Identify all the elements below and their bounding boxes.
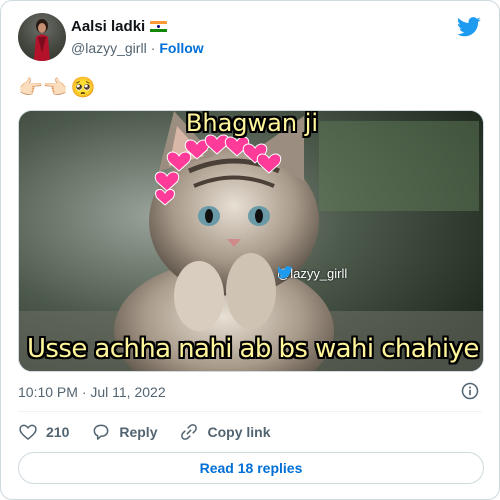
- author-handle-row: @lazyy_girll · Follow: [71, 40, 204, 56]
- meme-caption-bottom: Usse achha nahi ab bs wahi chahiye: [27, 334, 479, 364]
- tweet-text: 👉🏻👈🏻 🥺: [18, 74, 96, 100]
- like-count: 210: [46, 424, 70, 440]
- tweet-timestamp-row: 10:10 PM · Jul 11, 2022: [18, 381, 482, 403]
- tweet-timestamp[interactable]: 10:10 PM · Jul 11, 2022: [18, 384, 166, 400]
- india-flag-icon: [150, 20, 168, 33]
- read-replies-button[interactable]: Read 18 replies: [18, 452, 484, 484]
- twitter-bird-icon: [277, 266, 293, 279]
- pointing-fingers-emoji: 👉🏻👈🏻: [18, 76, 68, 99]
- heart-icon: [19, 424, 37, 441]
- twitter-bird-icon[interactable]: [457, 17, 481, 37]
- author-name-row: Aalsi ladki: [71, 18, 168, 35]
- tweet-header: Aalsi ladki @lazyy_girll · Follow: [18, 13, 483, 63]
- meme-caption-top: Bhagwan ji: [185, 110, 319, 137]
- divider: [18, 411, 482, 412]
- author-handle[interactable]: @lazyy_girll: [71, 40, 147, 56]
- like-button[interactable]: 210: [18, 422, 69, 442]
- avatar[interactable]: [18, 13, 66, 61]
- tweet-actions: 210 Reply Copy link: [18, 421, 293, 443]
- copy-link-button[interactable]: Copy link: [179, 422, 271, 442]
- author-name[interactable]: Aalsi ladki: [71, 18, 145, 35]
- pleading-face-emoji: 🥺: [70, 76, 96, 99]
- info-icon[interactable]: [460, 381, 480, 401]
- tweet-image[interactable]: Bhagwan ji @lazyy_girll Usse achha nahi …: [18, 110, 484, 372]
- image-watermark: @lazyy_girll: [277, 266, 347, 281]
- reply-button[interactable]: Reply: [91, 422, 157, 442]
- follow-button[interactable]: Follow: [159, 40, 203, 56]
- copy-link-label: Copy link: [207, 424, 271, 440]
- reply-bubble-icon: [93, 424, 109, 440]
- reply-label: Reply: [119, 424, 158, 440]
- separator-dot: ·: [150, 40, 156, 56]
- link-icon: [181, 424, 198, 440]
- tweet-card: Aalsi ladki @lazyy_girll · Follow 👉🏻👈🏻 🥺: [0, 0, 500, 500]
- kitten-illustration: [19, 111, 483, 371]
